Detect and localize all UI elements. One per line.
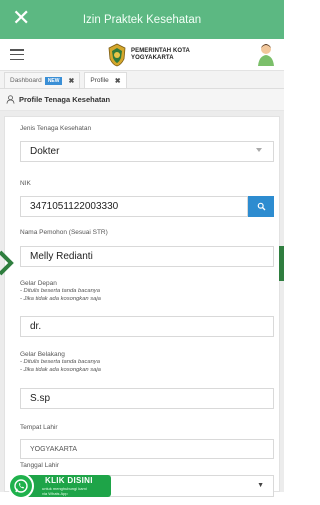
- nama-field-wrap: Melly Redianti: [20, 246, 274, 267]
- whatsapp-title: KLIK DISINI: [45, 476, 93, 485]
- tanggal-lahir-label-wrap: Tanggal Lahir: [20, 462, 274, 469]
- city-logo: PEMERINTAH KOTA YOGYAKARTA: [107, 43, 190, 67]
- gelar-belakang-hint: - Jika tidak ada kosongkan saja: [20, 367, 101, 373]
- tab-close-icon[interactable]: ✖: [115, 77, 121, 85]
- jenis-label: Jenis Tenaga Kesehatan: [20, 125, 92, 132]
- nik-label-wrap: NIK: [20, 180, 274, 187]
- whatsapp-subtitle: via Whats App: [42, 491, 68, 496]
- gelar-depan-label-wrap: Gelar Depan - Ditulis beserta tanda baca…: [20, 280, 274, 303]
- gelar-belakang-field-wrap: S.sp: [20, 388, 274, 409]
- tempat-lahir-label-wrap: Tempat Lahir: [20, 424, 274, 431]
- jenis-select[interactable]: Dokter: [20, 141, 274, 162]
- jenis-label-wrap: Jenis Tenaga Kesehatan: [20, 125, 274, 132]
- new-badge: NEW: [44, 76, 63, 85]
- gelar-belakang-label-wrap: Gelar Belakang - Ditulis beserta tanda b…: [20, 351, 274, 374]
- hamburger-menu-icon[interactable]: [10, 49, 24, 61]
- tempat-lahir-label: Tempat Lahir: [20, 424, 58, 431]
- chevron-down-icon: [256, 148, 262, 152]
- tab-profile[interactable]: Profile ✖: [84, 72, 127, 88]
- section-header: Profile Tenaga Kesehatan: [0, 89, 284, 111]
- gelar-depan-field-wrap: dr.: [20, 316, 274, 337]
- logo-line2: YOGYAKARTA: [131, 55, 174, 61]
- gelar-depan-label: Gelar Depan: [20, 280, 57, 287]
- gelar-depan-hint: - Ditulis beserta tanda bacanya: [20, 288, 100, 294]
- tab-dashboard[interactable]: Dashboard NEW ✖: [4, 72, 81, 88]
- nama-field[interactable]: Melly Redianti: [20, 246, 274, 267]
- nik-search-button[interactable]: [248, 196, 274, 217]
- logo-line1: PEMERINTAH KOTA: [131, 48, 190, 54]
- nik-field[interactable]: 3471051122003330: [20, 196, 248, 217]
- gelar-depan-hint: - Jika tidak ada kosongkan saja: [20, 296, 101, 302]
- tempat-lahir-field-wrap: YOGYAKARTA: [20, 439, 274, 459]
- nama-label: Nama Pemohon (Sesuai STR): [20, 229, 108, 236]
- avatar[interactable]: [257, 42, 275, 67]
- search-icon: [257, 202, 265, 211]
- nik-label: NIK: [20, 180, 31, 187]
- chevron-right-icon: [0, 250, 14, 276]
- nik-field-wrap: 3471051122003330: [20, 196, 274, 217]
- profile-form: [4, 116, 280, 492]
- top-bar: ✕ Izin Praktek Kesehatan: [0, 0, 284, 39]
- whatsapp-button[interactable]: KLIK DISINI untuk menghubungi kami via W…: [8, 473, 111, 499]
- person-icon: [6, 95, 15, 104]
- side-marker: [279, 246, 284, 281]
- gelar-depan-field[interactable]: dr.: [20, 316, 274, 337]
- jenis-select-value: Dokter: [20, 141, 274, 162]
- tab-bar: Dashboard NEW ✖ Profile ✖: [0, 71, 284, 89]
- tab-close-icon[interactable]: ✖: [68, 77, 74, 85]
- tempat-lahir-field[interactable]: YOGYAKARTA: [20, 439, 274, 459]
- tab-label: Dashboard: [10, 77, 42, 84]
- gelar-belakang-label: Gelar Belakang: [20, 351, 65, 358]
- whatsapp-icon: [8, 473, 34, 499]
- close-icon[interactable]: ✕: [12, 6, 30, 32]
- page-title: Profile Tenaga Kesehatan: [19, 95, 111, 104]
- app-header: PEMERINTAH KOTA YOGYAKARTA: [0, 39, 284, 71]
- nama-label-wrap: Nama Pemohon (Sesuai STR): [20, 229, 274, 236]
- chevron-down-icon: ▼: [257, 482, 264, 489]
- window-title: Izin Praktek Kesehatan: [82, 13, 202, 26]
- crest-icon: [108, 43, 126, 67]
- tanggal-lahir-label: Tanggal Lahir: [20, 462, 60, 469]
- gelar-belakang-hint: - Ditulis beserta tanda bacanya: [20, 359, 100, 365]
- gelar-belakang-field[interactable]: S.sp: [20, 388, 274, 409]
- tab-label: Profile: [90, 77, 109, 84]
